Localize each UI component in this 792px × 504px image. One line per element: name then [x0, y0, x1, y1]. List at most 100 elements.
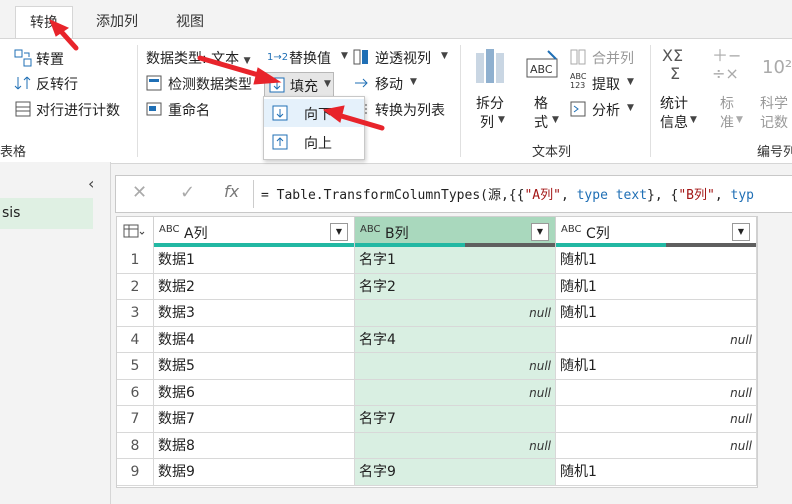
cell-b[interactable]: 名字7 [355, 406, 556, 433]
chevron-down-icon: ▼ [410, 77, 417, 87]
standard-button[interactable]: ＋− ÷× 标 准 ▼ [710, 45, 746, 137]
ribbon-tabs: 转换 添加列 视图 [0, 0, 792, 39]
commit-icon[interactable]: ✓ [180, 182, 195, 203]
text-type-icon[interactable]: ABC [159, 224, 180, 235]
table-row[interactable]: 1 数据1 名字1 随机1 [117, 247, 757, 274]
move-icon [355, 78, 368, 88]
cell-a[interactable]: 数据1 [154, 247, 355, 274]
query-item[interactable]: sis [0, 198, 93, 229]
cancel-icon[interactable]: ✕ [132, 182, 147, 203]
formula-bar: ✕ ✓ fx = Table.TransformColumnTypes(源,{{… [115, 175, 792, 213]
ribbon: 转置 反转行 对行进行计数 表格 数据类型: 文本 ▼ 检测数据类型 重命名 1… [0, 38, 792, 164]
cell-c[interactable]: 随机1 [556, 273, 757, 300]
column-header-c[interactable]: ABC C列 ▼ [556, 217, 757, 247]
cell-c[interactable]: null [556, 406, 757, 433]
cell-b[interactable]: 名字4 [355, 326, 556, 353]
arithmetic-icon: ＋− ÷× [712, 46, 742, 83]
fill-up-item[interactable]: 向上 [264, 128, 364, 156]
abc-123-icon: ABC 123 [570, 72, 587, 90]
table-menu-corner[interactable] [117, 217, 154, 247]
format-button[interactable]: ABC 格 式 ▼ [524, 45, 560, 137]
cell-a[interactable]: 数据2 [154, 273, 355, 300]
column-header-a[interactable]: ABC A列 ▼ [154, 217, 355, 247]
cell-a[interactable]: 数据8 [154, 432, 355, 459]
parse-icon [570, 101, 586, 117]
chevron-down-icon: ▼ [341, 51, 348, 61]
fill-down-icon [269, 77, 285, 93]
formula-input[interactable]: = Table.TransformColumnTypes(源,{{"A列", t… [261, 184, 754, 203]
filter-dropdown-icon[interactable]: ▼ [732, 223, 750, 241]
chevron-down-icon: ▼ [736, 115, 743, 125]
cell-b[interactable]: 名字2 [355, 273, 556, 300]
filter-dropdown-icon[interactable]: ▼ [330, 223, 348, 241]
table-row[interactable]: 4 数据4 名字4 null [117, 326, 757, 353]
tab-view[interactable]: 视图 [162, 6, 218, 38]
arrow-up-icon [272, 134, 288, 150]
text-type-icon[interactable]: ABC [561, 224, 582, 235]
data-type-dropdown[interactable]: 数据类型: 文本 ▼ [146, 48, 251, 68]
chevron-down-icon: ▼ [441, 51, 448, 61]
merge-columns-icon [570, 49, 586, 65]
cell-a[interactable]: 数据9 [154, 459, 355, 486]
table-row[interactable]: 5 数据5 null 随机1 [117, 353, 757, 380]
cell-a[interactable]: 数据3 [154, 300, 355, 327]
row-number: 3 [117, 300, 154, 327]
row-number: 9 [117, 459, 154, 486]
table-row[interactable]: 9 数据9 名字9 随机1 [117, 459, 757, 486]
fill-down-item[interactable]: 向下 [264, 99, 364, 127]
row-number: 2 [117, 273, 154, 300]
cell-c[interactable]: 随机1 [556, 353, 757, 380]
fill-dropdown-button[interactable]: 填充 ▼ [264, 72, 334, 98]
group-separator [137, 45, 138, 157]
chevron-left-icon[interactable]: ‹ [88, 174, 94, 193]
cell-c[interactable]: 随机1 [556, 300, 757, 327]
text-type-icon[interactable]: ABC [360, 224, 381, 235]
cell-c[interactable]: 随机1 [556, 459, 757, 486]
sigma-icon: XΣ Σ [662, 46, 684, 83]
table-row[interactable]: 3 数据3 null 随机1 [117, 300, 757, 327]
tab-transform[interactable]: 转换 [15, 6, 73, 39]
fill-menu: 向下 向上 [263, 96, 365, 160]
filter-dropdown-icon[interactable]: ▼ [531, 223, 549, 241]
cell-b[interactable]: null [355, 379, 556, 406]
cell-b[interactable]: 名字9 [355, 459, 556, 486]
statistics-button[interactable]: XΣ Σ 统计 信息 ▼ [658, 45, 698, 137]
transpose-icon [14, 49, 32, 67]
cell-c[interactable]: null [556, 379, 757, 406]
table-group-label: 表格 [0, 145, 27, 160]
tab-add-column[interactable]: 添加列 [82, 6, 152, 38]
table-row[interactable]: 7 数据7 名字7 null [117, 406, 757, 433]
chevron-down-icon: ▼ [627, 77, 634, 87]
column-header-b[interactable]: ABC B列 ▼ [355, 217, 556, 247]
row-number: 4 [117, 326, 154, 353]
table-row[interactable]: 8 数据8 null null [117, 432, 757, 459]
cell-b[interactable]: null [355, 353, 556, 380]
cell-a[interactable]: 数据7 [154, 406, 355, 433]
function-icon[interactable]: fx [224, 182, 239, 201]
chevron-down-icon: ▼ [243, 56, 251, 66]
row-number: 7 [117, 406, 154, 433]
count-rows-icon [15, 101, 31, 117]
rename-icon [146, 102, 162, 116]
cell-a[interactable]: 数据5 [154, 353, 355, 380]
data-grid: ABC A列 ▼ ABC B列 ▼ ABC C列 ▼ 1 数据1 名字1 随机1 2 数据… [116, 216, 758, 488]
cell-b[interactable]: null [355, 432, 556, 459]
table-row[interactable]: 2 数据2 名字2 随机1 [117, 273, 757, 300]
cell-c[interactable]: 随机1 [556, 247, 757, 274]
power-icon: 10² [762, 57, 792, 78]
replace-values-button[interactable]: 1→2 替换值 ▼ [267, 48, 348, 67]
cell-c[interactable]: null [556, 432, 757, 459]
cell-c[interactable]: null [556, 326, 757, 353]
reverse-rows-icon [14, 76, 31, 90]
scientific-button[interactable]: 10² 科学 记数 [756, 45, 792, 137]
table-row[interactable]: 6 数据6 null null [117, 379, 757, 406]
cell-b[interactable]: 名字1 [355, 247, 556, 274]
cell-b[interactable]: null [355, 300, 556, 327]
row-number: 8 [117, 432, 154, 459]
text-column-group-label: 文本列 [532, 145, 572, 160]
arrow-down-icon [272, 105, 288, 121]
cell-a[interactable]: 数据6 [154, 379, 355, 406]
cell-a[interactable]: 数据4 [154, 326, 355, 353]
svg-text:ABC: ABC [530, 63, 553, 76]
split-column-button[interactable]: 拆分 列 ▼ [472, 45, 508, 137]
